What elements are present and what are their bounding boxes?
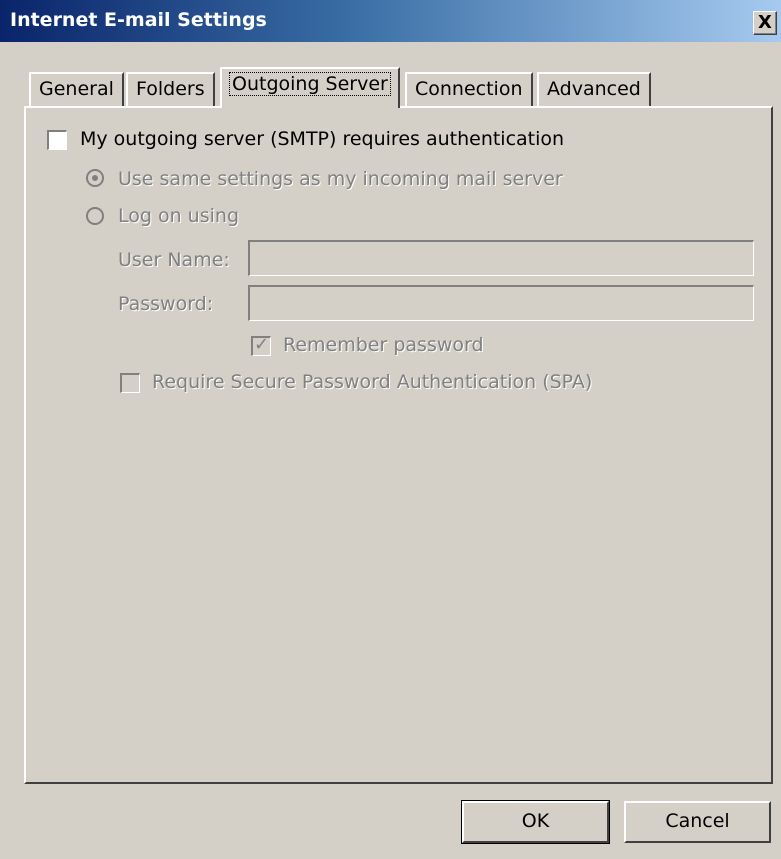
cancel-button[interactable]: Cancel	[624, 801, 771, 843]
outgoing-server-panel: My outgoing server (SMTP) requires authe…	[24, 106, 773, 784]
window-title: Internet E-mail Settings	[10, 9, 267, 31]
remember-password-checkbox[interactable]: ✓	[251, 334, 271, 356]
same-settings-radio[interactable]	[86, 169, 104, 187]
same-settings-label: Use same settings as my incoming mail se…	[118, 168, 563, 190]
spa-checkbox[interactable]	[120, 373, 140, 393]
smtp-auth-label: My outgoing server (SMTP) requires authe…	[80, 128, 565, 150]
log-on-using-radio[interactable]	[86, 207, 104, 225]
close-icon: X	[758, 12, 772, 33]
log-on-using-label: Log on using	[118, 205, 240, 227]
tab-advanced[interactable]: Advanced	[537, 72, 651, 106]
title-bar: Internet E-mail Settings X	[0, 0, 781, 42]
radio-selected-dot	[92, 175, 98, 181]
password-label: Password:	[118, 293, 214, 315]
spa-label: Require Secure Password Authentication (…	[152, 371, 593, 393]
smtp-auth-checkbox[interactable]	[47, 130, 67, 150]
tab-folders[interactable]: Folders	[126, 72, 215, 106]
tab-connection[interactable]: Connection	[405, 72, 533, 106]
username-label: User Name:	[118, 249, 230, 271]
tab-general[interactable]: General	[29, 72, 124, 106]
remember-password-label: Remember password	[283, 334, 484, 356]
username-field[interactable]	[248, 240, 754, 276]
checkmark-icon: ✓	[254, 334, 270, 355]
password-field[interactable]	[248, 285, 754, 321]
ok-button[interactable]: OK	[461, 800, 610, 844]
tab-outgoing-server[interactable]: Outgoing Server	[220, 67, 400, 108]
close-button[interactable]: X	[753, 11, 777, 35]
